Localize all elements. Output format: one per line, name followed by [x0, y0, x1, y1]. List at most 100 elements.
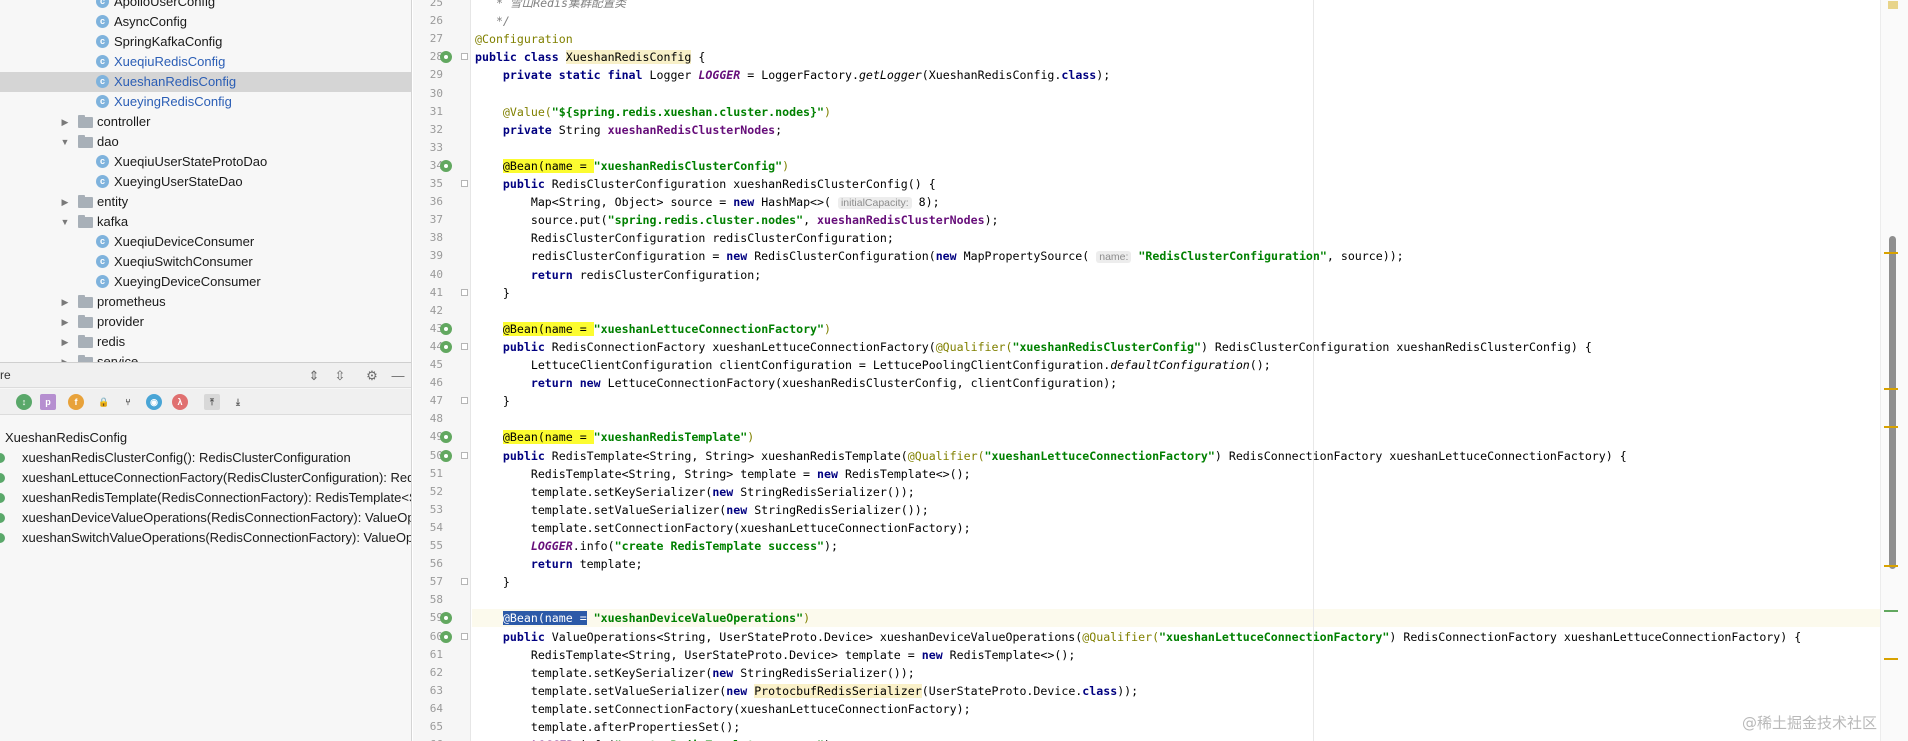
code-line[interactable]: template.setConnectionFactory(xueshanLet…: [472, 700, 1880, 718]
expand-arrow-icon[interactable]: ▶: [60, 352, 70, 362]
fold-marker-icon[interactable]: [461, 578, 468, 586]
tree-item-xueqiuredisconfig[interactable]: c XueqiuRedisConfig: [0, 52, 411, 72]
tree-item-xueshanredisconfig[interactable]: c XueshanRedisConfig: [0, 72, 411, 92]
expand-arrow-icon[interactable]: ▶: [60, 112, 70, 132]
expand-arrow-icon[interactable]: ▶: [60, 292, 70, 312]
collapse-arrow-icon[interactable]: ▼: [60, 212, 70, 232]
scroll-marker[interactable]: [1884, 388, 1898, 390]
structure-root[interactable]: XueshanRedisConfig: [0, 428, 411, 448]
code-line[interactable]: public ValueOperations<String, UserState…: [472, 628, 1880, 646]
structure-member[interactable]: xueshanRedisClusterConfig(): RedisCluste…: [0, 448, 411, 468]
fold-marker-icon[interactable]: [461, 288, 468, 296]
scroll-marker[interactable]: [1884, 658, 1898, 660]
code-line[interactable]: RedisTemplate<String, UserStateProto.Dev…: [472, 646, 1880, 664]
code-line[interactable]: return redisClusterConfiguration;: [472, 266, 1880, 284]
collapse-arrow-icon[interactable]: ▼: [60, 132, 70, 152]
tree-item-dao[interactable]: ▼ dao: [0, 132, 411, 152]
code-line[interactable]: RedisTemplate<String, String> template =…: [472, 465, 1880, 483]
structure-member[interactable]: xueshanLettuceConnectionFactory(RedisClu…: [0, 468, 411, 488]
fold-marker-icon[interactable]: [461, 53, 468, 61]
code-line[interactable]: template.setKeySerializer(new StringRedi…: [472, 483, 1880, 501]
code-line[interactable]: @Value("${spring.redis.xueshan.cluster.n…: [472, 103, 1880, 121]
code-line[interactable]: LOGGER.info("create RedisTemplate succes…: [472, 736, 1880, 741]
scroll-marker[interactable]: [1884, 565, 1898, 567]
autoscroll-from-source-icon[interactable]: ⤓: [230, 394, 246, 410]
code-line[interactable]: Map<String, Object> source = new HashMap…: [472, 193, 1880, 211]
spring-bean-icon[interactable]: [440, 340, 452, 353]
scroll-marker[interactable]: [1884, 426, 1898, 428]
expand-all-icon[interactable]: ⇕: [306, 368, 322, 384]
code-line[interactable]: public RedisConnectionFactory xueshanLet…: [472, 338, 1880, 356]
code-line[interactable]: }: [472, 284, 1880, 302]
code-line[interactable]: @Bean(name = "xueshanLettuceConnectionFa…: [472, 320, 1880, 338]
spring-bean-icon[interactable]: [440, 431, 452, 444]
spring-bean-icon[interactable]: [440, 322, 452, 335]
structure-member[interactable]: xueshanDeviceValueOperations(RedisConnec…: [0, 508, 411, 528]
lambda-icon[interactable]: λ: [172, 394, 188, 410]
code-line[interactable]: @Bean(name = "xueshanRedisTemplate"): [472, 428, 1880, 446]
code-line[interactable]: }: [472, 392, 1880, 410]
code-line[interactable]: LOGGER.info("create RedisTemplate succes…: [472, 537, 1880, 555]
scroll-marker[interactable]: [1884, 252, 1898, 254]
code-line[interactable]: private static final Logger LOGGER = Log…: [472, 66, 1880, 84]
code-line[interactable]: template.setKeySerializer(new StringRedi…: [472, 664, 1880, 682]
fold-marker-icon[interactable]: [461, 451, 468, 459]
spring-bean-icon[interactable]: [440, 51, 452, 64]
code-line[interactable]: @Configuration: [472, 30, 1880, 48]
code-line[interactable]: RedisClusterConfiguration redisClusterCo…: [472, 229, 1880, 247]
code-editor[interactable]: * 雪山Redis集群配置类 */@Configuration public cl…: [472, 0, 1880, 741]
code-line[interactable]: template.setConnectionFactory(xueshanLet…: [472, 519, 1880, 537]
collapse-all-icon[interactable]: ⇳: [332, 368, 348, 384]
fold-marker-icon[interactable]: [461, 632, 468, 640]
code-line[interactable]: [472, 302, 1880, 320]
code-line[interactable]: public class XueshanRedisConfig {: [472, 48, 1880, 66]
inherited-icon[interactable]: ⑂: [120, 394, 136, 410]
structure-member[interactable]: xueshanRedisTemplate(RedisConnectionFact…: [0, 488, 411, 508]
code-line[interactable]: [472, 591, 1880, 609]
tree-item-apollouserconfig[interactable]: c ApolloUserConfig: [0, 0, 411, 12]
code-line[interactable]: public RedisTemplate<String, String> xue…: [472, 447, 1880, 465]
expand-arrow-icon[interactable]: ▶: [60, 192, 70, 212]
code-line[interactable]: template.setValueSerializer(new Protocbu…: [472, 682, 1880, 700]
warning-marker-icon[interactable]: [1888, 1, 1898, 9]
fold-marker-icon[interactable]: [461, 397, 468, 405]
tree-item-redis[interactable]: ▶ redis: [0, 332, 411, 352]
code-line[interactable]: return new LettuceConnectionFactory(xues…: [472, 374, 1880, 392]
tree-item-xueyingdeviceconsumer[interactable]: c XueyingDeviceConsumer: [0, 272, 411, 292]
scrollbar-thumb[interactable]: [1889, 236, 1896, 569]
tree-item-xueqiuuserstateprotodao[interactable]: c XueqiuUserStateProtoDao: [0, 152, 411, 172]
tree-item-controller[interactable]: ▶ controller: [0, 112, 411, 132]
fold-marker-icon[interactable]: [461, 342, 468, 350]
tree-item-service[interactable]: ▶ service: [0, 352, 411, 362]
code-line[interactable]: @Bean(name = "xueshanRedisClusterConfig"…: [472, 157, 1880, 175]
code-line[interactable]: [472, 410, 1880, 428]
code-line[interactable]: */: [472, 12, 1880, 30]
property-icon[interactable]: p: [40, 394, 56, 410]
autoscroll-to-source-icon[interactable]: ⤒: [204, 394, 220, 410]
code-line[interactable]: redisClusterConfiguration = new RedisClu…: [472, 247, 1880, 265]
code-line[interactable]: private String xueshanRedisClusterNodes;: [472, 121, 1880, 139]
spring-bean-icon[interactable]: [440, 449, 452, 462]
structure-member[interactable]: xueshanSwitchValueOperations(RedisConnec…: [0, 528, 411, 548]
spring-bean-icon[interactable]: [440, 612, 452, 625]
fold-marker-icon[interactable]: [461, 180, 468, 187]
code-line[interactable]: template.afterPropertiesSet();: [472, 718, 1880, 736]
tree-item-xueqiuswitchconsumer[interactable]: c XueqiuSwitchConsumer: [0, 252, 411, 272]
tree-item-xueqiudeviceconsumer[interactable]: c XueqiuDeviceConsumer: [0, 232, 411, 252]
tree-item-xueyingredisconfig[interactable]: c XueyingRedisConfig: [0, 92, 411, 112]
minimize-icon[interactable]: —: [390, 368, 406, 384]
code-line[interactable]: @Bean(name = "xueshanDeviceValueOperatio…: [472, 609, 1880, 628]
expand-arrow-icon[interactable]: ▶: [60, 312, 70, 332]
anonymous-icon[interactable]: ◉: [146, 394, 162, 410]
scroll-marker[interactable]: [1884, 610, 1898, 612]
code-line[interactable]: return template;: [472, 555, 1880, 573]
expand-arrow-icon[interactable]: ▶: [60, 332, 70, 352]
code-line[interactable]: template.setValueSerializer(new StringRe…: [472, 501, 1880, 519]
code-line[interactable]: source.put("spring.redis.cluster.nodes",…: [472, 211, 1880, 229]
code-line[interactable]: [472, 139, 1880, 157]
code-line[interactable]: }: [472, 573, 1880, 591]
sort-icon[interactable]: ↕: [16, 394, 32, 410]
gear-icon[interactable]: ⚙: [364, 368, 380, 384]
tree-item-provider[interactable]: ▶ provider: [0, 312, 411, 332]
code-line[interactable]: LettuceClientConfiguration clientConfigu…: [472, 356, 1880, 374]
